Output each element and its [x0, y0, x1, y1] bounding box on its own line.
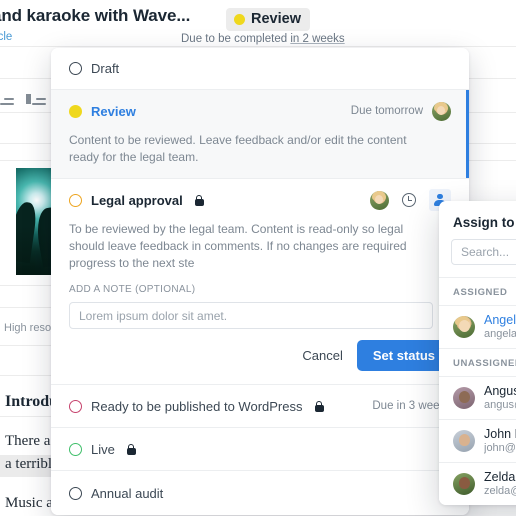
status-option-draft[interactable]: Draft [51, 48, 469, 90]
avatar [453, 386, 475, 409]
indent-icon[interactable] [26, 92, 46, 106]
document-title: and karaoke with Wave... [0, 6, 191, 25]
status-dropdown-panel: Draft Review Due tomorrow Content to be … [51, 48, 469, 515]
assignee-email: angus@ [484, 399, 516, 411]
status-option-description: To be reviewed by the legal team. Conten… [69, 222, 407, 270]
lock-icon [126, 443, 136, 455]
due-text: Due to be completed in 2 weeks [181, 33, 345, 45]
due-date-button[interactable] [398, 189, 420, 211]
status-option-legal-approval[interactable]: Legal approval To be reviewed by the leg… [51, 179, 469, 385]
assignee-email: zelda@ [484, 485, 516, 497]
divider [0, 46, 516, 47]
due-prefix: Due to be completed [181, 33, 291, 45]
list-item[interactable]: John B john@w [439, 419, 516, 462]
avatar [453, 429, 475, 452]
status-option-label: Legal approval [91, 192, 183, 208]
search-input[interactable] [451, 239, 516, 265]
avatar [453, 315, 475, 338]
image-caption: High reso [4, 322, 52, 334]
status-option-label: Live [91, 441, 115, 457]
lock-icon [194, 194, 204, 206]
set-status-button[interactable]: Set status [356, 340, 451, 371]
status-panel-actions: Cancel Set status [69, 329, 451, 384]
list-item[interactable]: Zelda zelda@ [439, 462, 516, 505]
note-label-text: ADD A NOTE [69, 284, 136, 295]
status-due-label: Due tomorrow [350, 105, 423, 117]
status-option-ready-to-publish[interactable]: Ready to be published to WordPress Due i… [51, 385, 469, 428]
status-badge[interactable]: Review [226, 8, 310, 31]
assignee-name: Zelda [484, 470, 516, 484]
avatar [453, 472, 475, 495]
status-option-review[interactable]: Review Due tomorrow Content to be review… [51, 90, 469, 179]
assign-search-wrap [439, 239, 516, 277]
status-option-description: Content to be reviewed. Leave feedback a… [69, 133, 407, 164]
due-link[interactable]: in 2 weeks [290, 33, 344, 45]
assign-group-unassigned: UNASSIGNED [439, 348, 516, 376]
radio-green-icon [69, 442, 82, 456]
assignee-email: john@w [484, 442, 516, 454]
status-dot-icon [234, 13, 245, 25]
paragraph-line: There a [5, 433, 51, 449]
avatar[interactable] [370, 190, 389, 210]
align-right-icon[interactable] [0, 92, 14, 106]
list-item[interactable]: Angus angus@ [439, 376, 516, 419]
radio-red-icon [69, 399, 82, 413]
assign-group-assigned: ASSIGNED [439, 277, 516, 305]
lock-icon [314, 400, 324, 412]
note-label: ADD A NOTE (OPTIONAL) [69, 284, 451, 302]
avatar[interactable] [432, 101, 451, 121]
article-paragraph-1: There a a terrible soundtrack. [5, 430, 132, 472]
status-option-label: Draft [91, 61, 120, 76]
radio-amber-icon [69, 193, 82, 207]
note-input[interactable] [69, 302, 433, 329]
status-badge-label: Review [251, 11, 301, 27]
assignee-name: Angus [484, 384, 516, 398]
article-hero-image [16, 168, 56, 275]
radio-unselected-icon [69, 62, 82, 75]
note-label-optional: (OPTIONAL) [135, 284, 196, 295]
document-type-link[interactable]: rticle [0, 31, 12, 43]
list-item[interactable]: Angela angela@ [439, 305, 516, 348]
assignee-email: angela@ [484, 328, 516, 340]
cancel-button[interactable]: Cancel [298, 342, 346, 369]
editor-toolbar [0, 92, 46, 106]
assignee-name: John B [484, 427, 516, 441]
assignee-name: Angela [484, 313, 516, 327]
status-option-label: Annual audit [91, 485, 164, 501]
status-option-live[interactable]: Live [51, 428, 469, 471]
status-option-label: Review [91, 103, 136, 119]
status-option-label: Ready to be published to WordPress [91, 398, 303, 414]
assign-popover-title: Assign to w [453, 215, 516, 230]
status-option-annual-audit[interactable]: Annual audit [51, 471, 469, 515]
assign-popover: Assign to w ASSIGNED Angela angela@ UNAS… [439, 201, 516, 505]
clock-icon [402, 193, 416, 207]
radio-unselected-icon [69, 486, 82, 500]
status-dot-icon [69, 104, 82, 118]
